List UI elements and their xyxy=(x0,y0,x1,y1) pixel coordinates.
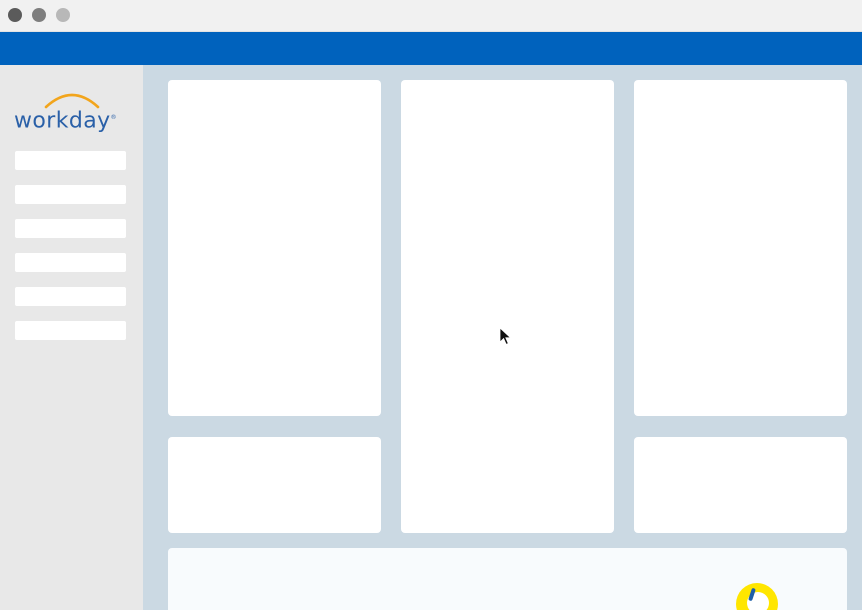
sidebar-item-6[interactable] xyxy=(15,321,126,340)
dashboard-card-center[interactable] xyxy=(401,80,614,533)
sidebar-item-2[interactable] xyxy=(15,185,126,204)
maximize-window-dot[interactable] xyxy=(56,8,70,22)
minimize-window-dot[interactable] xyxy=(32,8,46,22)
dashboard-card-right-bottom[interactable] xyxy=(634,437,847,533)
logo-registered-mark: ® xyxy=(110,114,117,121)
sidebar: workday® xyxy=(0,65,143,610)
logo-wordmark: workday® xyxy=(14,105,117,134)
sidebar-item-5[interactable] xyxy=(15,287,126,306)
sidebar-item-1[interactable] xyxy=(15,151,126,170)
sidebar-item-4[interactable] xyxy=(15,253,126,272)
app-header-bar xyxy=(0,32,862,65)
workday-logo[interactable]: workday® xyxy=(14,89,128,135)
browser-window: workday® xyxy=(0,0,862,610)
sidebar-item-3[interactable] xyxy=(15,219,126,238)
mouse-pointer-icon xyxy=(499,327,512,345)
window-titlebar xyxy=(0,0,862,32)
dashboard-card-left-bottom[interactable] xyxy=(168,437,381,533)
dashboard-card-left-top[interactable] xyxy=(168,80,381,416)
dashboard-card-right-top[interactable] xyxy=(634,80,847,416)
close-window-dot[interactable] xyxy=(8,8,22,22)
logo-name: workday xyxy=(14,108,111,134)
